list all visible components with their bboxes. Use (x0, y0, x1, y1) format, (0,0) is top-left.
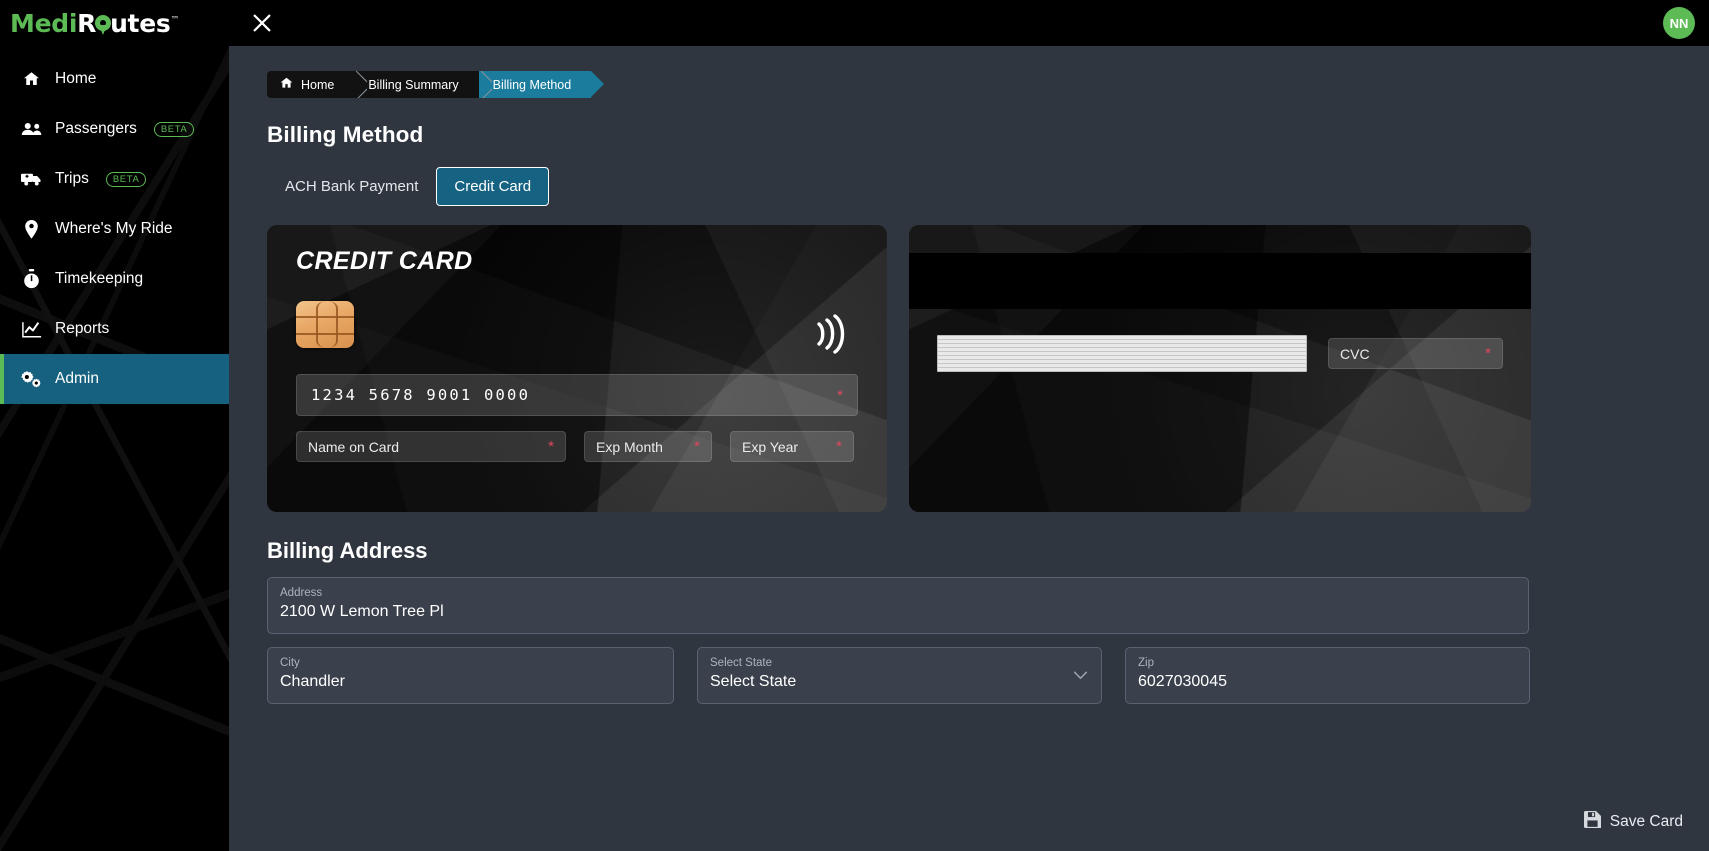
save-card-label: Save Card (1609, 813, 1683, 830)
chevron-right-icon (479, 71, 492, 98)
city-value: Chandler (280, 673, 345, 691)
sidebar-item-label: Home (55, 70, 97, 87)
map-pin-logo-icon (95, 14, 112, 36)
sidebar-item-admin[interactable]: Admin (0, 354, 229, 404)
billing-address-form: Address 2100 W Lemon Tree Pl City Chandl… (267, 577, 1681, 704)
sidebar-item-label: Reports (55, 320, 110, 337)
breadcrumb-item-label: Home (301, 77, 335, 92)
top-bar: NN (229, 0, 1709, 46)
cvc-input[interactable]: CVC * (1328, 338, 1503, 369)
beta-badge: BETA (105, 171, 147, 187)
emv-chip-icon (296, 301, 354, 348)
breadcrumb-item-home[interactable]: Home (267, 71, 355, 98)
sidebar-item-label: Trips (55, 170, 89, 187)
required-asterisk: * (837, 386, 843, 404)
breadcrumb: Home Billing Summary Billing Method (267, 71, 604, 98)
map-pin-icon (21, 219, 42, 240)
page-title: Billing Method (267, 122, 424, 147)
app-root: MediR utes™ Home Passengers BETA Trips B… (0, 0, 1709, 851)
avatar[interactable]: NN (1663, 7, 1695, 39)
state-label: Select State (710, 657, 773, 669)
state-select[interactable]: Select State Select State (697, 647, 1102, 704)
city-label: City (280, 657, 300, 669)
required-asterisk: * (1485, 345, 1491, 362)
breadcrumb-item-label: Billing Method (492, 77, 572, 92)
breadcrumb-item-label: Billing Summary (368, 77, 459, 92)
sidebar-item-wheres-my-ride[interactable]: Where's My Ride (0, 204, 229, 254)
sidebar-item-reports[interactable]: Reports (0, 304, 229, 354)
credit-card-front: CREDIT CARD 1234 5678 9001 0000 * Name o… (267, 225, 887, 512)
save-icon (1583, 811, 1601, 833)
chevron-right-icon (354, 71, 367, 98)
sidebar-item-label: Admin (55, 370, 99, 387)
required-asterisk: * (836, 438, 842, 455)
brand-trademark: ™ (170, 15, 180, 26)
gears-icon (21, 369, 42, 390)
zip-value: 6027030045 (1138, 673, 1227, 691)
name-on-card-placeholder: Name on Card (308, 438, 400, 455)
exp-month-placeholder: Exp Month (596, 438, 663, 455)
signature-strip (937, 335, 1307, 372)
card-number-input[interactable]: 1234 5678 9001 0000 * (296, 374, 858, 416)
breadcrumb-item-billing-method[interactable]: Billing Method (478, 71, 604, 98)
required-asterisk: * (548, 438, 554, 455)
magnetic-stripe (909, 253, 1531, 309)
brand-prefix: Medi (10, 8, 78, 38)
breadcrumb-item-billing-summary[interactable]: Billing Summary (354, 71, 479, 98)
sidebar-item-timekeeping[interactable]: Timekeeping (0, 254, 229, 304)
tab-credit-card[interactable]: Credit Card (436, 167, 550, 206)
billing-method-tabs: ACH Bank Payment Credit Card (267, 167, 1681, 206)
brand-logo[interactable]: MediR utes™ (0, 0, 229, 46)
sidebar-item-label: Passengers (55, 120, 137, 137)
sidebar-item-label: Timekeeping (55, 270, 144, 287)
exp-year-placeholder: Exp Year (742, 438, 799, 455)
save-card-button[interactable]: Save Card (1583, 811, 1683, 833)
required-asterisk: * (694, 438, 700, 455)
card-detail-row: Name on Card * Exp Month * Exp Year * (296, 431, 858, 462)
main-area: NN Home Billing Summary Billing Method B… (229, 0, 1709, 851)
state-value: Select State (710, 673, 797, 691)
credit-card-panels: CREDIT CARD 1234 5678 9001 0000 * Name o… (267, 225, 1681, 512)
brand-mid: R (77, 8, 97, 38)
exp-year-input[interactable]: Exp Year * (730, 431, 854, 462)
sidebar-nav: Home Passengers BETA Trips BETA Where's … (0, 54, 229, 404)
zip-label: Zip (1138, 657, 1154, 669)
sidebar-item-label: Where's My Ride (55, 220, 173, 237)
card-front-title: CREDIT CARD (296, 247, 473, 275)
home-icon (279, 76, 294, 93)
city-field[interactable]: City Chandler (267, 647, 674, 704)
credit-card-back: CVC * (909, 225, 1531, 512)
stopwatch-icon (21, 269, 42, 290)
tab-ach-bank-payment[interactable]: ACH Bank Payment (267, 167, 436, 206)
ambulance-icon (21, 169, 42, 190)
address-label: Address (280, 587, 323, 599)
sidebar: MediR utes™ Home Passengers BETA Trips B… (0, 0, 229, 851)
address-field[interactable]: Address 2100 W Lemon Tree Pl (267, 577, 1529, 634)
page-content: Home Billing Summary Billing Method Bill… (229, 46, 1709, 704)
users-icon (21, 119, 42, 140)
beta-badge: BETA (153, 121, 195, 137)
billing-address-title: Billing Address (267, 538, 428, 563)
name-on-card-input[interactable]: Name on Card * (296, 431, 566, 462)
close-icon[interactable] (247, 8, 277, 38)
exp-month-input[interactable]: Exp Month * (584, 431, 712, 462)
card-number-placeholder: 1234 5678 9001 0000 (311, 386, 531, 404)
brand-logo-text: MediR utes™ (10, 9, 179, 38)
sidebar-item-trips[interactable]: Trips BETA (0, 154, 229, 204)
brand-suffix: utes (110, 8, 171, 38)
sidebar-item-passengers[interactable]: Passengers BETA (0, 104, 229, 154)
sidebar-item-home[interactable]: Home (0, 54, 229, 104)
address-value: 2100 W Lemon Tree Pl (280, 603, 444, 621)
home-icon (21, 69, 42, 90)
cvc-placeholder: CVC (1340, 345, 1370, 362)
chart-line-icon (21, 319, 42, 340)
contactless-icon (805, 311, 851, 357)
zip-field[interactable]: Zip 6027030045 (1125, 647, 1530, 704)
